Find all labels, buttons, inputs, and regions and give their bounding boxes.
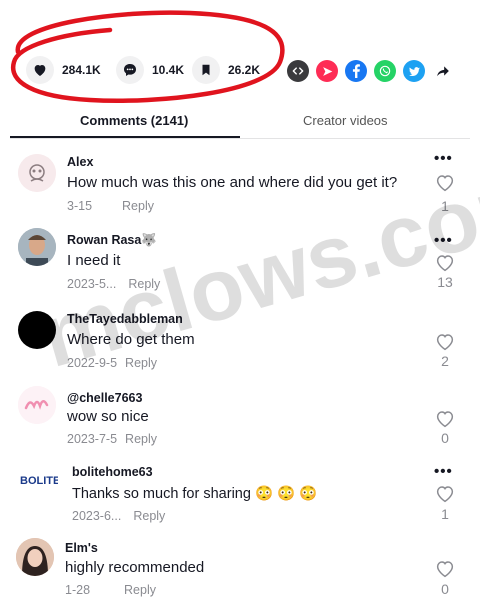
reply-button[interactable]: Reply <box>125 356 157 370</box>
reply-button[interactable]: Reply <box>133 509 165 523</box>
save-count: 26.2K <box>228 63 261 77</box>
comment-text: Thanks so much for sharing 😳 😳 😳 <box>72 486 318 502</box>
avatar[interactable] <box>18 311 56 349</box>
tab-creator-videos[interactable]: Creator videos <box>303 113 388 128</box>
comment-username[interactable]: TheTayedabbleman <box>67 312 183 326</box>
save-stat[interactable]: 26.2K <box>192 56 260 84</box>
reply-button[interactable]: Reply <box>122 199 154 213</box>
heart-outline-icon[interactable] <box>435 174 455 197</box>
comment-icon[interactable] <box>116 56 144 84</box>
comment-date: 2023-7-5 <box>67 432 118 446</box>
facebook-icon[interactable] <box>345 60 367 82</box>
comment-username[interactable]: @chelle7663 <box>67 391 142 405</box>
comment-text: wow so nice <box>67 408 149 425</box>
comment-username[interactable]: Elm's <box>65 541 98 555</box>
tab-bar: Comments (2141) Creator videos <box>0 105 480 141</box>
comment-text: I need it <box>67 252 121 269</box>
comment-meta: 3-15 Reply <box>67 199 154 213</box>
send-icon[interactable] <box>316 60 338 82</box>
whatsapp-icon[interactable] <box>374 60 396 82</box>
reply-button[interactable]: Reply <box>124 583 156 597</box>
more-options-icon[interactable]: ••• <box>434 463 453 480</box>
heart-outline-icon[interactable] <box>435 560 455 583</box>
like-count: 0 <box>441 430 449 446</box>
more-options-icon[interactable]: ••• <box>434 150 453 167</box>
comment-date: 3-15 <box>67 199 93 213</box>
comment-stat[interactable]: 10.4K <box>116 56 184 84</box>
comment-meta: 2022-9-5 Reply <box>67 356 157 370</box>
comment-meta: 2023-6... Reply <box>72 509 165 523</box>
comment-count: 10.4K <box>152 63 185 77</box>
like-count: 0 <box>441 581 449 597</box>
action-bar: 284.1K 10.4K 26.2K <box>0 0 480 120</box>
heart-outline-icon[interactable] <box>435 485 455 508</box>
comment-date: 2023-6... <box>72 509 122 523</box>
bolite-logo-text: BOLITE <box>20 475 58 487</box>
avatar[interactable] <box>18 228 56 266</box>
reply-button[interactable]: Reply <box>125 432 157 446</box>
embed-icon[interactable] <box>287 60 309 82</box>
heart-icon[interactable] <box>26 56 54 84</box>
like-stat[interactable]: 284.1K <box>26 56 101 84</box>
tab-divider <box>10 138 470 139</box>
comment-username[interactable]: Rowan Rasa🐺 <box>67 233 157 248</box>
like-count: 284.1K <box>62 63 101 77</box>
comment-meta: 2023-7-5 Reply <box>67 432 157 446</box>
avatar[interactable] <box>16 538 54 576</box>
avatar[interactable] <box>18 154 56 192</box>
reply-button[interactable]: Reply <box>128 277 160 291</box>
comment-meta: 2023-5... Reply <box>67 277 160 291</box>
like-count: 13 <box>437 274 453 290</box>
avatar[interactable]: BOLITE <box>18 463 58 501</box>
twitter-icon[interactable] <box>403 60 425 82</box>
comment-meta: 1-28 Reply <box>65 583 156 597</box>
comment-username[interactable]: bolitehome63 <box>72 465 153 479</box>
comment-text: highly recommended <box>65 559 205 576</box>
comment-date: 2023-5... <box>67 277 117 291</box>
comment-username[interactable]: Alex <box>67 155 93 169</box>
comment-date: 1-28 <box>65 583 91 597</box>
comment-text: Where do get them <box>67 331 195 348</box>
comment-text: How much was this one and where did you … <box>67 174 398 191</box>
avatar[interactable] <box>18 386 56 424</box>
more-options-icon[interactable]: ••• <box>434 232 453 249</box>
bookmark-icon[interactable] <box>192 56 220 84</box>
comment-date: 2022-9-5 <box>67 356 118 370</box>
tab-comments[interactable]: Comments (2141) <box>80 113 188 128</box>
like-count: 1 <box>441 506 449 522</box>
like-count: 2 <box>441 353 449 369</box>
like-count: 1 <box>441 198 449 214</box>
share-arrow-icon[interactable] <box>432 60 454 82</box>
